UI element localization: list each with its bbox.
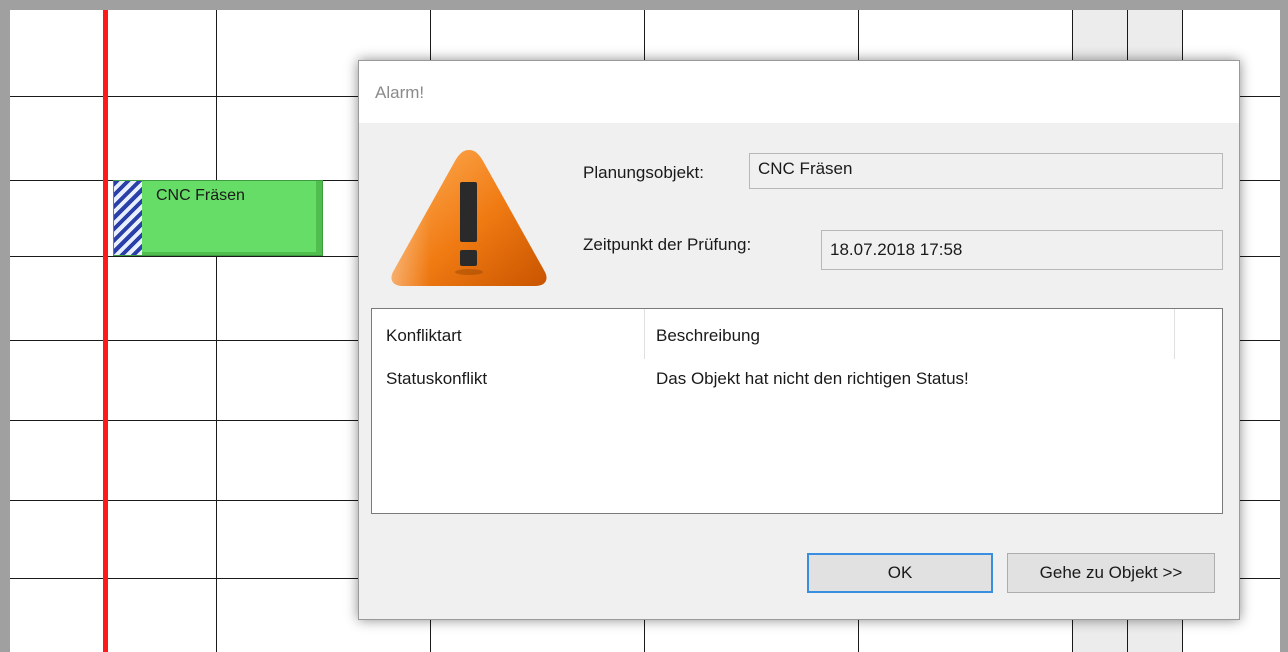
current-time-line: [103, 10, 108, 652]
background: CNC Fräsen Alarm! Planungsobjekt: CNC Fr…: [0, 0, 1288, 652]
conflict-description-cell: Das Objekt hat nicht den richtigen Statu…: [656, 369, 969, 388]
dialog-title: Alarm!: [375, 83, 425, 102]
check-time-label: Zeitpunkt der Prüfung:: [583, 235, 752, 254]
alarm-dialog: Alarm! Planungsobjekt: CNC Fräsen Zeitpu…: [358, 60, 1240, 620]
list-header: Konfliktart Beschreibung: [372, 309, 1222, 359]
column-separator: [644, 309, 645, 359]
column-header-conflict-type[interactable]: Konfliktart: [386, 326, 462, 346]
warning-triangle-icon: [387, 144, 552, 294]
planning-object-field: CNC Fräsen: [749, 153, 1223, 189]
dialog-titlebar[interactable]: Alarm!: [359, 61, 1239, 123]
column-separator: [1174, 309, 1175, 359]
conflict-type-cell: Statuskonflikt: [386, 369, 488, 388]
task-bar-progress-hatch: [114, 181, 142, 255]
task-bar[interactable]: CNC Fräsen: [113, 180, 323, 256]
ok-button[interactable]: OK: [807, 553, 993, 593]
check-time-field: 18.07.2018 17:58: [821, 230, 1223, 270]
conflict-list[interactable]: Konfliktart Beschreibung Statuskonflikt …: [371, 308, 1223, 514]
list-item[interactable]: Statuskonflikt Das Objekt hat nicht den …: [372, 359, 1222, 389]
planning-object-label: Planungsobjekt:: [583, 163, 704, 182]
task-bar-label: CNC Fräsen: [156, 187, 245, 204]
goto-object-button[interactable]: Gehe zu Objekt >>: [1007, 553, 1215, 593]
grid-vline: [216, 10, 217, 652]
column-header-description[interactable]: Beschreibung: [656, 326, 760, 346]
